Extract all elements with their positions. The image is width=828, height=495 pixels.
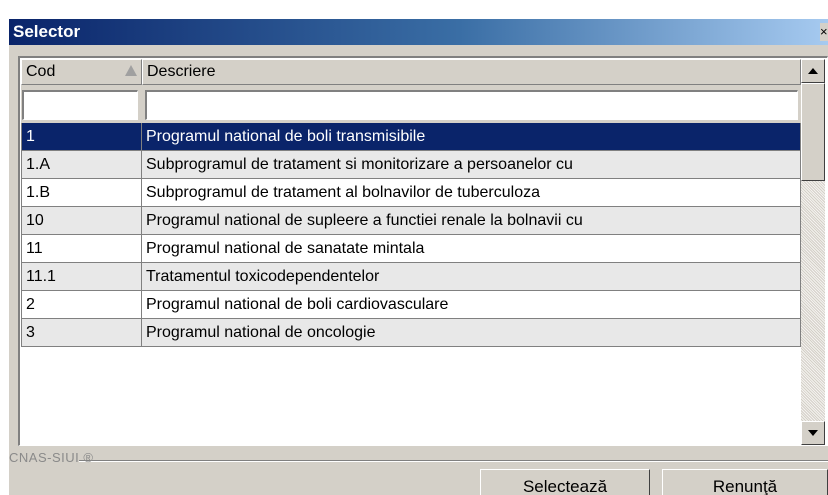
cod-cell: 11 — [21, 235, 142, 263]
selector-dialog: Selector × Cod Descriere 1 Programul nat… — [9, 19, 828, 495]
column-header-cod[interactable]: Cod — [21, 59, 142, 85]
arrow-up-icon — [808, 68, 818, 74]
descriere-cell: Subprogramul de tratament si monitorizar… — [142, 151, 801, 179]
table-row[interactable]: 11 Programul national de sanatate mintal… — [21, 235, 801, 263]
cancel-button[interactable]: Renunţă — [662, 469, 828, 495]
brand-label: CNAS-SIUI ® — [9, 450, 94, 465]
data-grid: Cod Descriere 1 Programul national de bo… — [18, 56, 828, 446]
cod-cell: 2 — [21, 291, 142, 319]
table-row[interactable]: 10 Programul national de supleere a func… — [21, 207, 801, 235]
cod-cell: 10 — [21, 207, 142, 235]
table-row[interactable]: 1 Programul national de boli transmisibi… — [21, 123, 801, 151]
table-row[interactable]: 3 Programul national de oncologie — [21, 319, 801, 347]
descriere-cell: Tratamentul toxicodependentelor — [142, 263, 801, 291]
table-row[interactable]: 1.B Subprogramul de tratament al bolnavi… — [21, 179, 801, 207]
column-header-label: Descriere — [147, 63, 216, 80]
grid-body: Cod Descriere 1 Programul national de bo… — [21, 59, 801, 445]
title-bar[interactable]: Selector × — [9, 19, 828, 45]
descriere-cell: Programul national de oncologie — [142, 319, 801, 347]
descriere-filter-input[interactable] — [145, 90, 798, 120]
descriere-cell: Programul national de boli transmisibile — [142, 123, 801, 151]
descriere-cell: Programul national de sanatate mintala — [142, 235, 801, 263]
select-button[interactable]: Selectează — [480, 469, 650, 495]
sort-ascending-icon — [125, 65, 137, 76]
footer-divider — [79, 460, 828, 462]
grid-header: Cod Descriere — [21, 59, 801, 87]
descriere-cell: Subprogramul de tratament al bolnavilor … — [142, 179, 801, 207]
arrow-down-icon — [808, 430, 818, 436]
column-header-descriere[interactable]: Descriere — [142, 59, 801, 85]
table-row[interactable]: 2 Programul national de boli cardiovascu… — [21, 291, 801, 319]
table-row[interactable]: 11.1 Tratamentul toxicodependentelor — [21, 263, 801, 291]
filter-row — [21, 87, 801, 123]
scroll-down-button[interactable] — [801, 421, 825, 445]
cod-cell: 1.A — [21, 151, 142, 179]
cod-filter-input[interactable] — [22, 90, 138, 120]
close-icon[interactable]: × — [820, 23, 828, 41]
cod-cell: 11.1 — [21, 263, 142, 291]
vertical-scrollbar[interactable] — [801, 59, 825, 445]
column-header-label: Cod — [26, 63, 56, 80]
scroll-up-button[interactable] — [801, 59, 825, 83]
cod-cell: 1.B — [21, 179, 142, 207]
scrollbar-thumb[interactable] — [801, 83, 825, 181]
window-title: Selector — [13, 22, 81, 41]
table-row[interactable]: 1.A Subprogramul de tratament si monitor… — [21, 151, 801, 179]
cod-cell: 1 — [21, 123, 142, 151]
descriere-cell: Programul national de supleere a functie… — [142, 207, 801, 235]
cod-cell: 3 — [21, 319, 142, 347]
descriere-cell: Programul national de boli cardiovascula… — [142, 291, 801, 319]
